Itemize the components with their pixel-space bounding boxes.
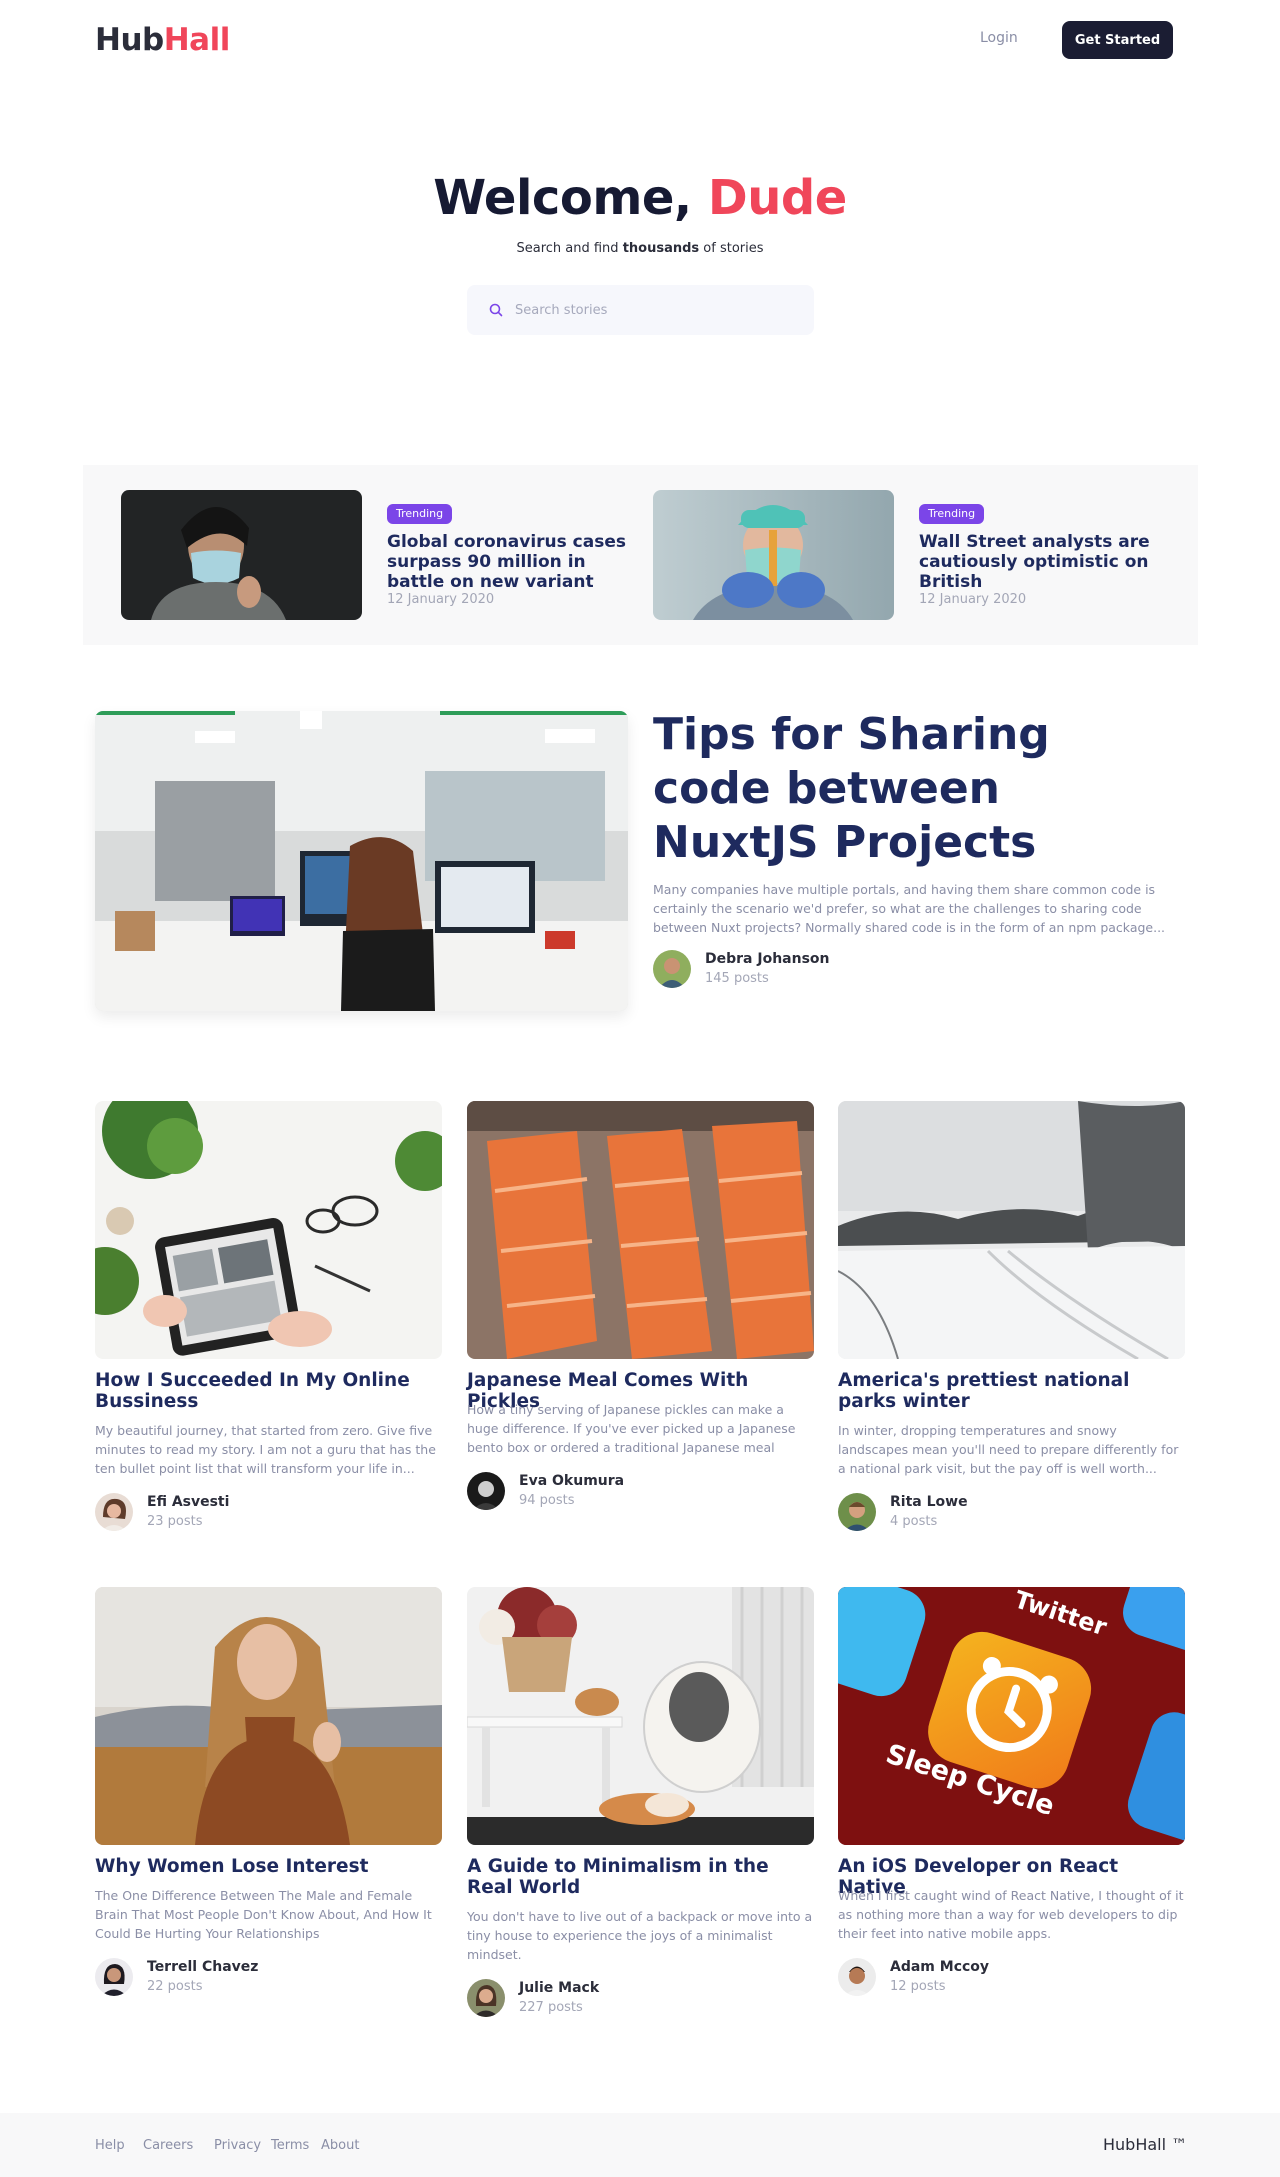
get-started-button[interactable]: Get Started xyxy=(1062,21,1173,59)
featured-title[interactable]: Tips for Sharing code between NuxtJS Pro… xyxy=(653,708,1173,870)
hero-title-name: Dude xyxy=(707,170,847,226)
logo-part-hub: Hub xyxy=(95,22,164,58)
avatar[interactable] xyxy=(838,1958,876,1996)
logo-part-hall: Hall xyxy=(163,22,231,58)
footer-link-terms[interactable]: Terms xyxy=(271,2138,309,2153)
trending-image-masked-woman[interactable] xyxy=(121,490,362,620)
author-name[interactable]: Debra Johanson xyxy=(705,951,830,967)
hero-subtitle-before: Search and find xyxy=(516,241,623,256)
card-title[interactable]: A Guide to Minimalism in the Real World xyxy=(467,1856,814,1898)
card-excerpt: My beautiful journey, that started from … xyxy=(95,1423,436,1476)
footer-brand[interactable]: HubHall ™ xyxy=(1103,2135,1187,2154)
featured-image-office[interactable] xyxy=(95,711,628,1011)
avatar[interactable] xyxy=(467,1979,505,2017)
author-posts: 94 posts xyxy=(519,1493,575,1508)
footer-link-privacy[interactable]: Privacy xyxy=(214,2138,261,2153)
search-input[interactable] xyxy=(515,297,795,323)
trending-item[interactable]: Trending Wall Street analysts are cautio… xyxy=(653,490,1153,620)
author-posts: 145 posts xyxy=(705,971,769,986)
login-button[interactable]: Login xyxy=(980,30,1018,46)
trending-title[interactable]: Global coronavirus cases surpass 90 mill… xyxy=(387,532,627,592)
author-posts: 227 posts xyxy=(519,2000,583,2015)
card-image-minimal-room[interactable] xyxy=(467,1587,814,1845)
hero-title: Welcome, Dude xyxy=(0,170,1280,226)
site-footer: Help Careers Privacy Terms About HubHall… xyxy=(0,2113,1280,2177)
author-posts: 12 posts xyxy=(890,1979,946,1994)
logo[interactable]: HubHall xyxy=(95,22,230,58)
card-title[interactable]: Why Women Lose Interest xyxy=(95,1856,442,1877)
author-name[interactable]: Adam Mccoy xyxy=(890,1959,989,1975)
trending-title[interactable]: Wall Street analysts are cautiously opti… xyxy=(919,532,1159,592)
trending-section: Trending Global coronavirus cases surpas… xyxy=(83,465,1198,645)
avatar[interactable] xyxy=(95,1958,133,1996)
author-posts: 22 posts xyxy=(147,1979,203,1994)
author-name[interactable]: Julie Mack xyxy=(519,1980,599,1996)
card-excerpt: How a tiny serving of Japanese pickles c… xyxy=(467,1402,796,1455)
author-name[interactable]: Efi Asvesti xyxy=(147,1494,229,1510)
footer-link-careers[interactable]: Careers xyxy=(143,2138,193,2153)
trending-item[interactable]: Trending Global coronavirus cases surpas… xyxy=(121,490,626,620)
hero-section: Welcome, Dude Search and find thousands … xyxy=(0,80,1280,465)
hero-subtitle-bold: thousands xyxy=(622,241,700,256)
card-title[interactable]: America's prettiest national parks winte… xyxy=(838,1370,1185,1412)
hero-subtitle-after: of stories xyxy=(699,241,764,256)
site-header: HubHall Login Get Started xyxy=(0,0,1280,80)
hero-subtitle: Search and find thousands of stories xyxy=(0,241,1280,256)
footer-link-about[interactable]: About xyxy=(321,2138,359,2153)
avatar[interactable] xyxy=(838,1493,876,1531)
trending-badge: Trending xyxy=(387,504,453,524)
card-image-ios-apps[interactable]: Twitter Sleep Cycle xyxy=(838,1587,1185,1845)
hero-title-prefix: Welcome, xyxy=(433,170,708,226)
card-image-salmon[interactable] xyxy=(467,1101,814,1359)
card-excerpt: In winter, dropping temperatures and sno… xyxy=(838,1423,1179,1476)
card-image-woman-field[interactable] xyxy=(95,1587,442,1845)
author-name[interactable]: Terrell Chavez xyxy=(147,1959,258,1975)
search-icon xyxy=(489,303,503,317)
author-name[interactable]: Eva Okumura xyxy=(519,1473,624,1489)
author-posts: 4 posts xyxy=(890,1514,938,1529)
avatar[interactable] xyxy=(467,1472,505,1510)
trending-image-doctor-syringe[interactable] xyxy=(653,490,894,620)
footer-link-help[interactable]: Help xyxy=(95,2138,125,2153)
card-image-snowy-park[interactable] xyxy=(838,1101,1185,1359)
avatar[interactable] xyxy=(653,950,691,988)
card-excerpt: When I first caught wind of React Native… xyxy=(838,1888,1184,1941)
author-posts: 23 posts xyxy=(147,1514,203,1529)
avatar[interactable] xyxy=(95,1493,133,1531)
card-title[interactable]: How I Succeeded In My Online Bussiness xyxy=(95,1370,442,1412)
author-name[interactable]: Rita Lowe xyxy=(890,1494,968,1510)
card-excerpt: The One Difference Between The Male and … xyxy=(95,1888,432,1941)
trending-badge: Trending xyxy=(919,504,985,524)
card-image-tablet-desk[interactable] xyxy=(95,1101,442,1359)
search-box[interactable] xyxy=(467,285,814,335)
card-excerpt: You don't have to live out of a backpack… xyxy=(467,1909,813,1962)
trending-date: 12 January 2020 xyxy=(387,592,495,607)
trending-date: 12 January 2020 xyxy=(919,592,1027,607)
featured-excerpt: Many companies have multiple portals, an… xyxy=(653,882,1166,935)
